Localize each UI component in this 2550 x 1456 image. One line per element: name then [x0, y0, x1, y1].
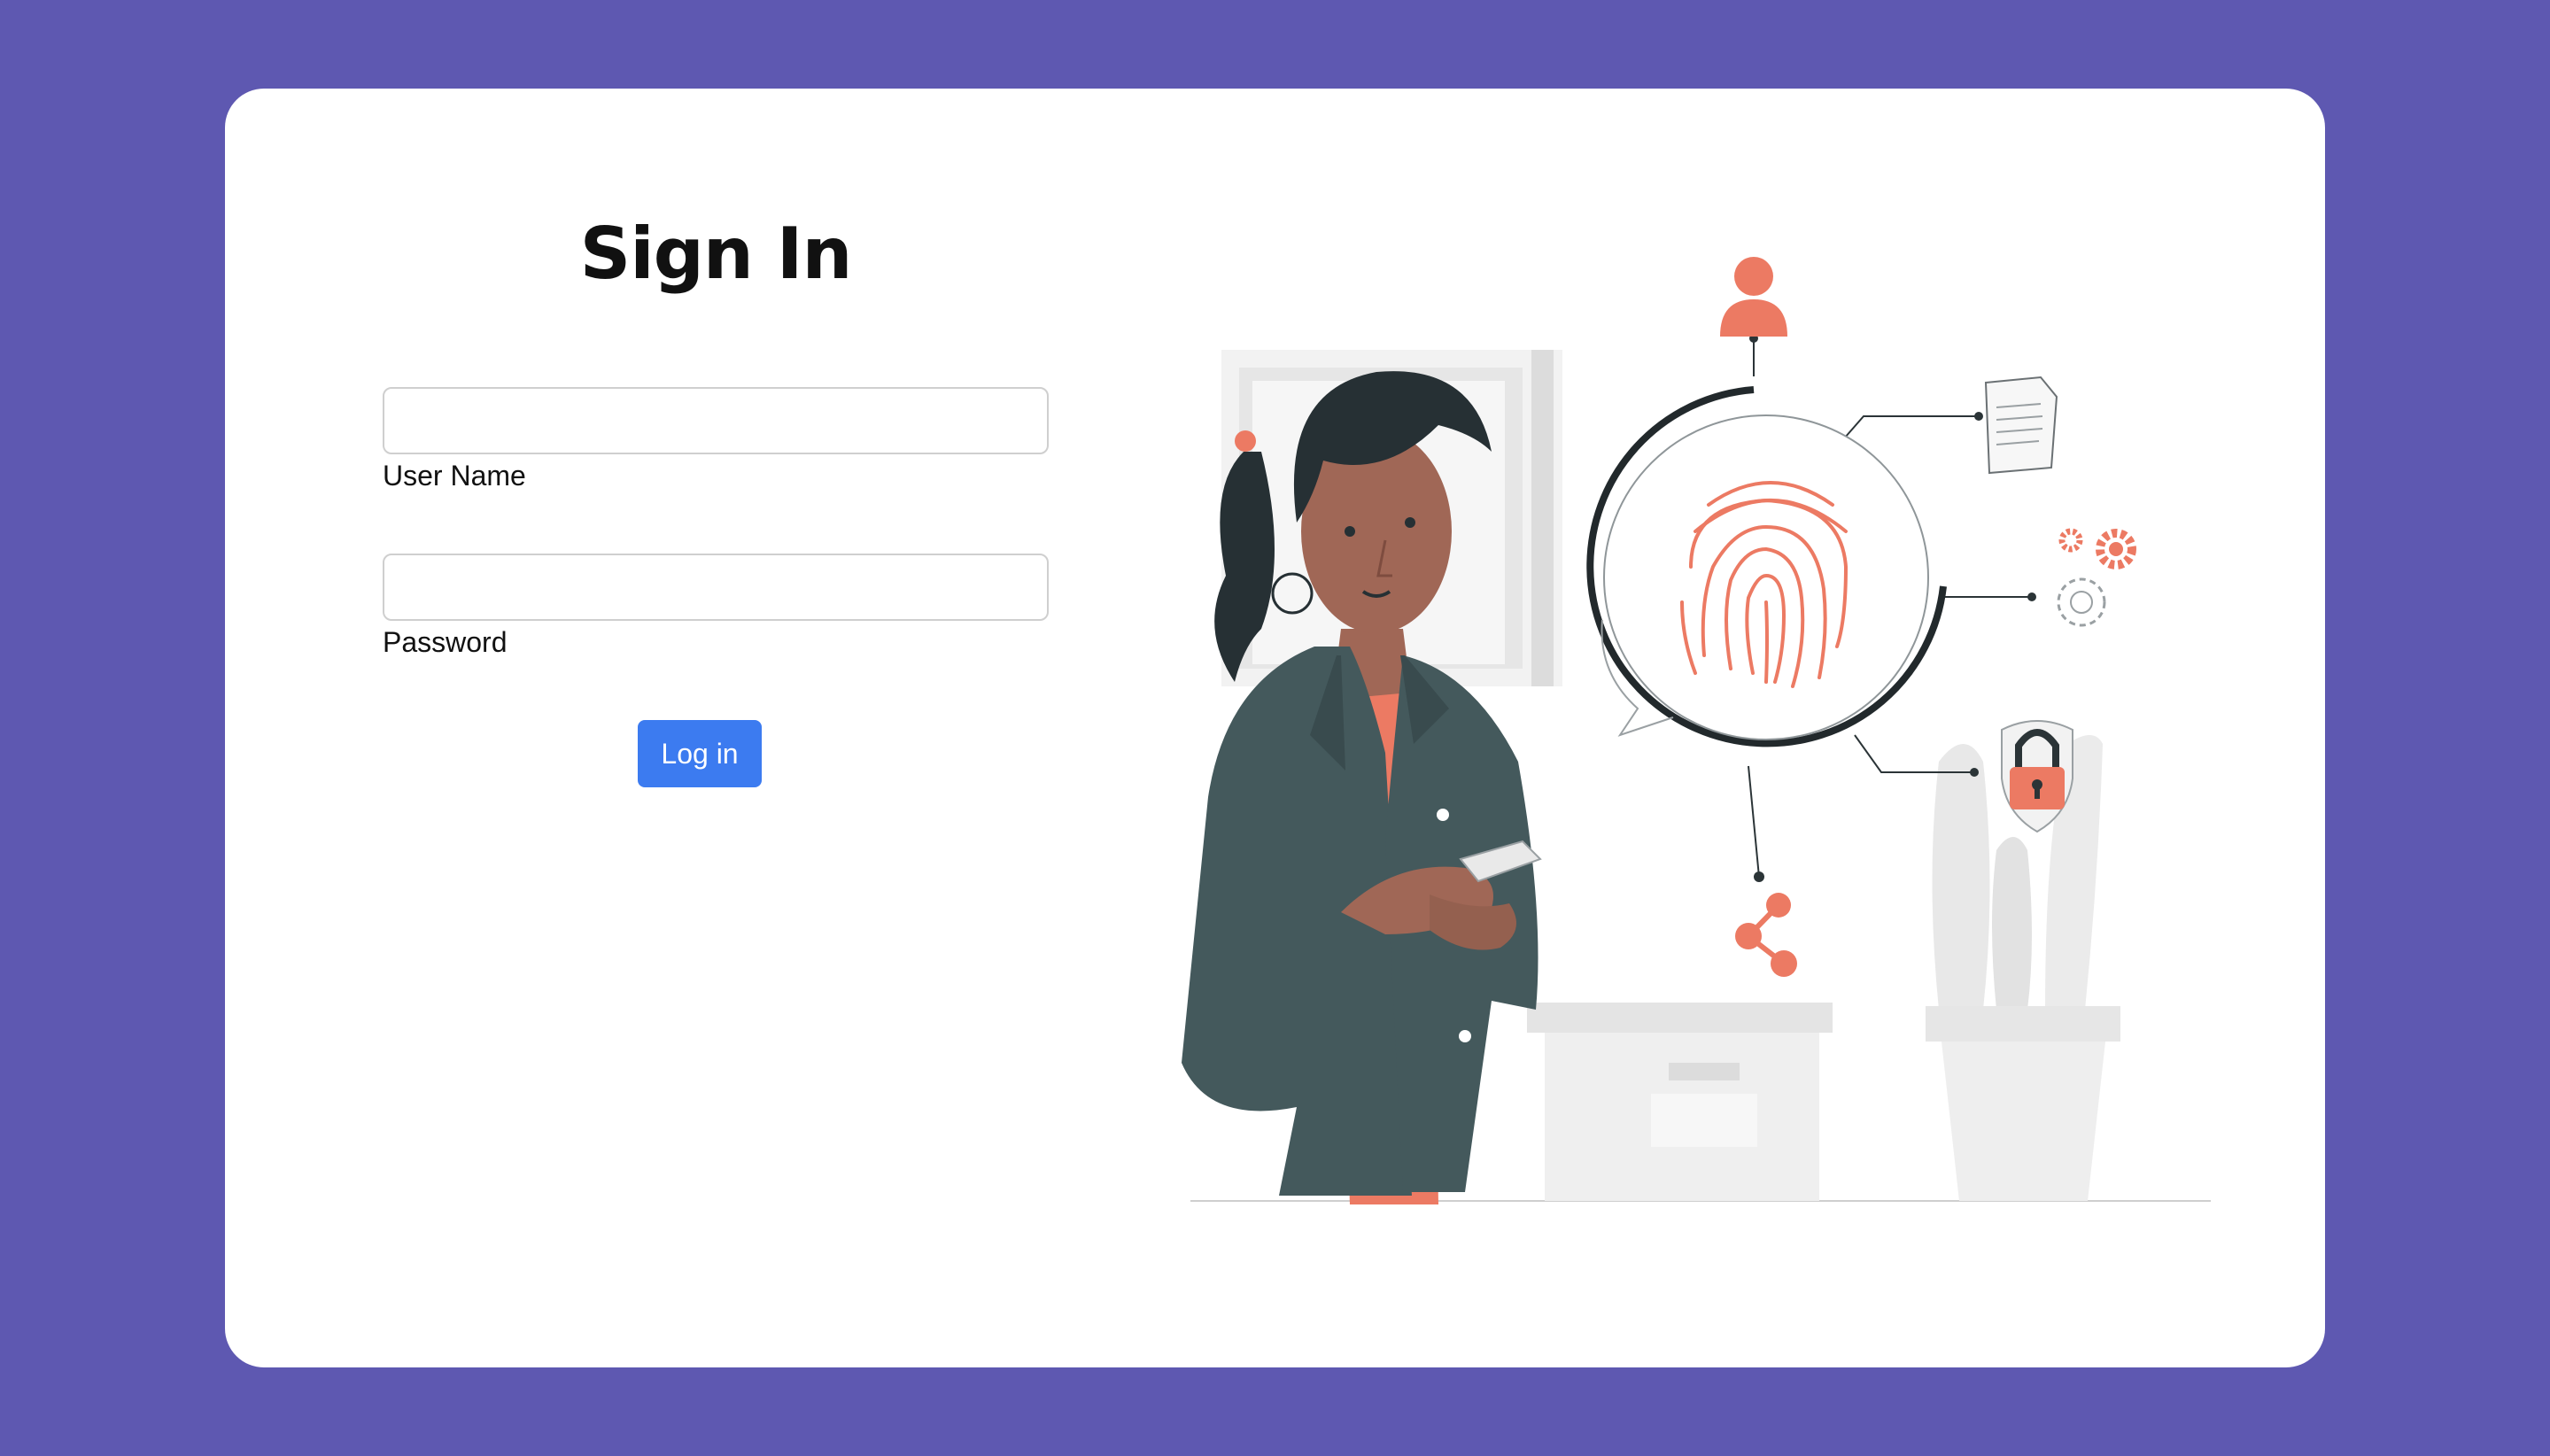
storage-box [1527, 1003, 1833, 1201]
login-button[interactable]: Log in [638, 720, 762, 787]
user-icon [1720, 257, 1787, 337]
login-form: Sign In User Name Password Log in [383, 89, 1049, 1367]
password-input[interactable] [383, 554, 1049, 621]
password-field-group: Password [383, 554, 1049, 659]
document-icon [1984, 376, 2058, 475]
username-field-group: User Name [383, 387, 1049, 492]
login-card: Sign In User Name Password Log in [225, 89, 2325, 1367]
username-label: User Name [383, 460, 526, 492]
page-title: Sign In [579, 213, 853, 295]
security-illustration [1182, 257, 2211, 1204]
password-label: Password [383, 626, 508, 658]
share-icon [1735, 893, 1797, 977]
username-input[interactable] [383, 387, 1049, 454]
fingerprint-scanner [1586, 386, 1947, 747]
gears-icon [2057, 528, 2136, 627]
